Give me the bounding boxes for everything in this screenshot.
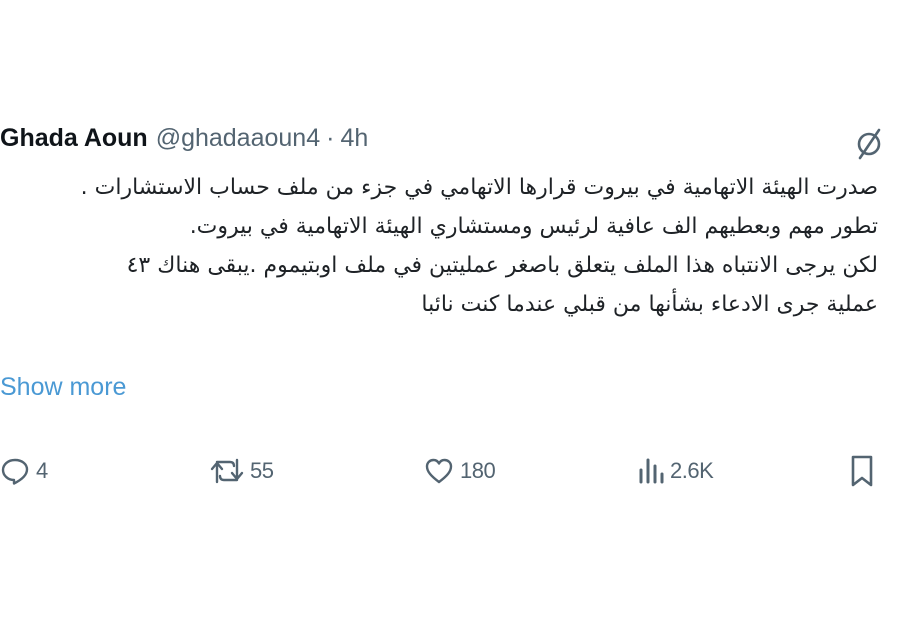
views-icon — [636, 456, 664, 486]
author-name[interactable]: Ghada Aoun — [0, 124, 148, 153]
show-more-link[interactable]: Show more — [0, 373, 126, 402]
reply-button[interactable]: 4 — [0, 447, 48, 495]
separator: · — [326, 123, 335, 152]
reply-icon — [0, 456, 30, 486]
reply-count: 4 — [36, 458, 48, 483]
like-button[interactable]: 180 — [424, 447, 496, 495]
tweet-actions: 4 55 180 2.6K — [0, 447, 900, 495]
tweet-text-line: عملية جرى الادعاء بشأنها من قبلي عندما ك… — [421, 292, 878, 317]
tweet: Ghada Aoun @ghadaaoun4 · 4h صدرت الهيئة … — [0, 0, 900, 643]
tweet-text: صدرت الهيئة الاتهامية في بيروت قرارها ال… — [0, 168, 878, 324]
heart-icon — [424, 456, 454, 486]
tweet-header: Ghada Aoun @ghadaaoun4 · 4h — [0, 118, 368, 158]
views-count: 2.6K — [670, 458, 714, 483]
bookmark-icon — [848, 454, 876, 488]
tweet-text-line: لكن يرجى الانتباه هذا الملف يتعلق باصغر … — [126, 253, 878, 278]
tweet-text-line: تطور مهم وبعطيهم الف عافية لرئيس ومستشار… — [189, 214, 878, 239]
timestamp[interactable]: 4h — [340, 124, 368, 153]
author-handle[interactable]: @ghadaaoun4 — [156, 124, 320, 153]
retweet-button[interactable]: 55 — [210, 447, 274, 495]
retweet-icon — [210, 456, 244, 486]
tweet-text-line: صدرت الهيئة الاتهامية في بيروت قرارها ال… — [80, 175, 878, 200]
bookmark-button[interactable] — [848, 447, 876, 495]
views-button[interactable]: 2.6K — [636, 447, 714, 495]
like-count: 180 — [460, 458, 496, 483]
grok-icon[interactable] — [852, 124, 886, 162]
retweet-count: 55 — [250, 458, 274, 483]
